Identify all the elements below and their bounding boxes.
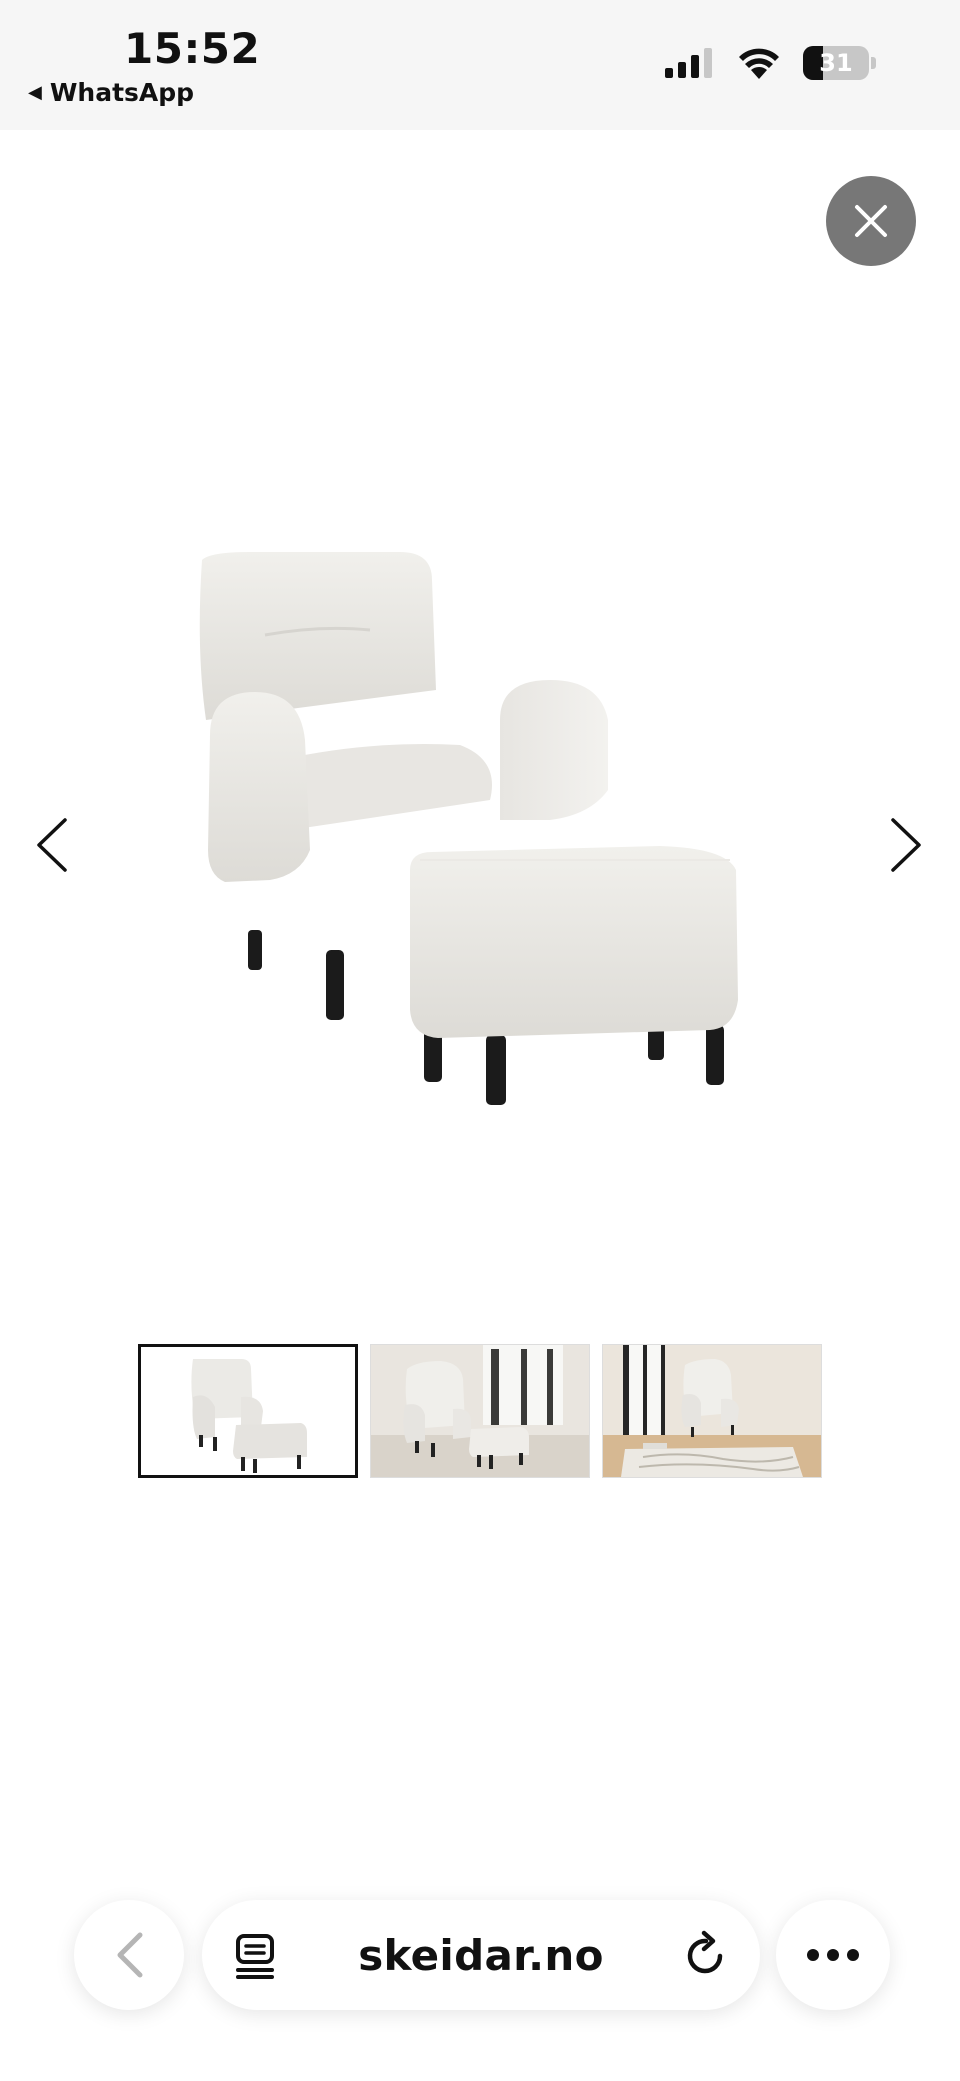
battery-icon: 31 [803,46,869,80]
reader-icon[interactable] [232,1930,282,1980]
more-icon [807,1949,859,1961]
browser-back-button[interactable] [74,1900,184,2010]
battery-tip [871,57,876,69]
product-image [199,552,738,1105]
chevron-left-icon [117,1932,143,1978]
chevron-left-icon [37,818,67,872]
status-bar: 15:52 ◀ WhatsApp 31 [0,0,960,130]
thumbnail-2-image [371,1345,589,1477]
next-image-button[interactable] [876,810,936,880]
back-app-label: WhatsApp [49,78,195,107]
thumbnail-3[interactable] [602,1344,822,1478]
previous-image-button[interactable] [22,810,82,880]
back-to-app-link[interactable]: ◀ WhatsApp [28,78,194,107]
close-icon [855,205,887,237]
status-icons: 31 [665,46,876,80]
chevron-right-icon [891,818,921,872]
back-triangle-icon: ◀ [28,82,42,103]
battery-level: 31 [819,49,853,77]
url-text: skeidar.no [358,1930,604,1980]
status-time: 15:52 [124,24,261,73]
cellular-signal-icon [665,48,712,78]
thumbnail-strip [138,1344,822,1478]
reload-icon[interactable] [680,1930,730,1980]
wifi-icon [739,48,779,79]
address-bar[interactable]: skeidar.no [202,1900,760,2010]
thumbnail-1-image [191,1359,307,1473]
thumbnail-2[interactable] [370,1344,590,1478]
thumbnail-1[interactable] [138,1344,358,1478]
thumbnail-3-image [603,1345,821,1477]
close-button[interactable] [826,176,916,266]
browser-toolbar: skeidar.no [0,1880,960,2020]
more-options-button[interactable] [776,1900,890,2010]
